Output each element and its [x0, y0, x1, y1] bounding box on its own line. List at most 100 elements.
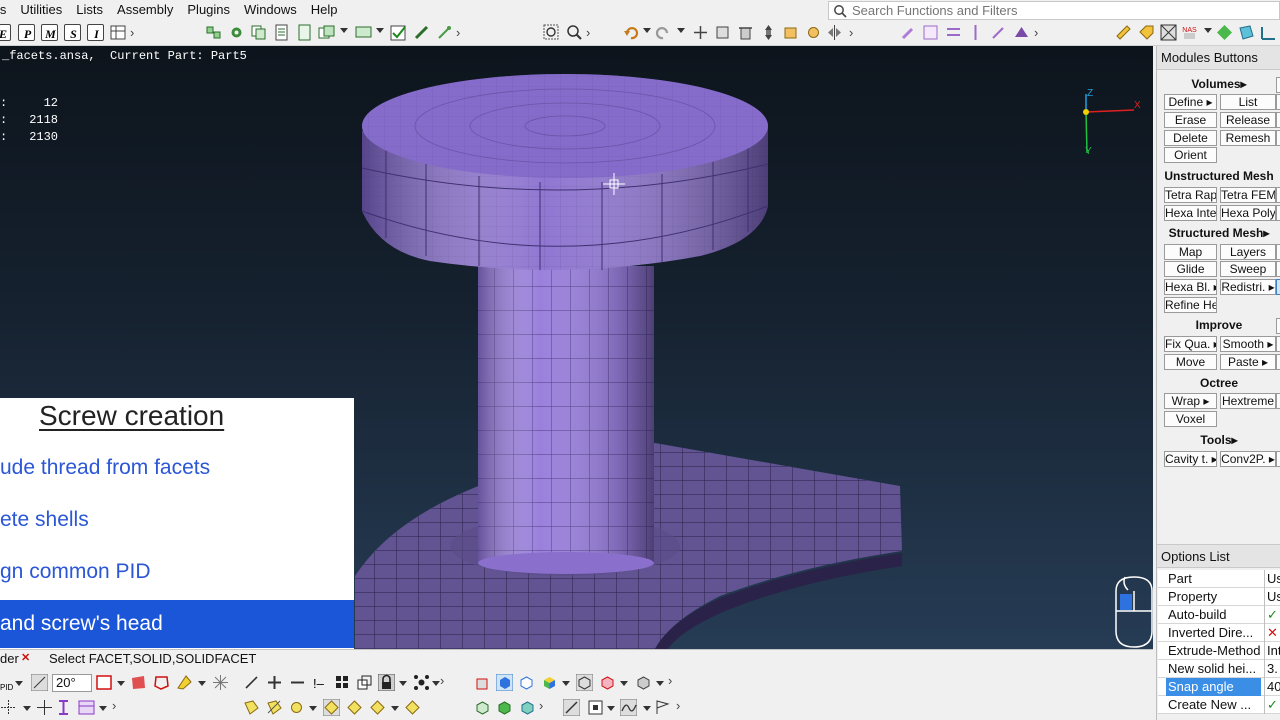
pink-cube-icon[interactable] — [599, 674, 616, 691]
select-box-icon[interactable] — [96, 674, 113, 691]
angle-spinbox[interactable]: 20° — [52, 674, 92, 692]
entity-e-icon[interactable]: E — [0, 24, 11, 41]
cube-outline-icon[interactable] — [518, 674, 535, 691]
hextreme-button[interactable]: Hextreme — [1220, 393, 1276, 409]
clipped-button[interactable] — [1276, 130, 1280, 146]
clipped-button[interactable] — [1276, 451, 1280, 467]
entity-p-icon[interactable]: P — [18, 24, 35, 41]
bottom-more-2-icon[interactable]: › — [668, 673, 672, 688]
paint-dropdown-icon[interactable] — [198, 681, 206, 686]
arrows-icon[interactable] — [36, 699, 53, 716]
hexa-poly-button[interactable]: Hexa Poly — [1220, 205, 1276, 221]
sparkle-icon[interactable] — [212, 674, 229, 691]
section-volumes[interactable]: Volumes▸ — [1157, 77, 1280, 91]
sweep-button[interactable]: Sweep — [1220, 261, 1276, 277]
green-cube-2-icon[interactable] — [496, 699, 513, 716]
toolbar-more-2-icon[interactable]: › — [456, 25, 460, 40]
clipped-button[interactable] — [1276, 112, 1280, 128]
i-beam-icon[interactable] — [55, 699, 72, 716]
lock-dropdown-icon[interactable] — [399, 681, 407, 686]
orient-button[interactable]: Orient — [1164, 147, 1217, 163]
menu-windows[interactable]: Windows — [237, 0, 304, 20]
list-button[interactable]: List — [1220, 94, 1276, 110]
clipped-button[interactable] — [1276, 77, 1280, 93]
glide-button[interactable]: Glide — [1164, 261, 1217, 277]
tetra-fem-button[interactable]: Tetra FEM — [1220, 187, 1276, 203]
line-icon[interactable] — [243, 674, 260, 691]
lasso-icon[interactable] — [153, 674, 170, 691]
toolbar-more-5-icon[interactable]: › — [1034, 25, 1038, 40]
monitor-dropdown-icon[interactable] — [376, 28, 384, 33]
green-cube-3-icon[interactable] — [519, 699, 536, 716]
entity-i-icon[interactable]: I — [87, 24, 104, 41]
zoom-area-icon[interactable] — [543, 24, 560, 41]
yellow-select-2-icon[interactable] — [266, 699, 283, 716]
refine-hexa-button[interactable]: Refine He. — [1164, 297, 1217, 313]
mesh-select-icon[interactable] — [1160, 24, 1177, 41]
gear-icon[interactable] — [228, 24, 245, 41]
tetra-rap-button[interactable]: Tetra Rap. — [1164, 187, 1217, 203]
paint-icon[interactable] — [176, 674, 193, 691]
move-button[interactable]: Move — [1164, 354, 1217, 370]
define-button[interactable]: Define ▸ — [1164, 94, 1217, 110]
cube-blue-icon[interactable] — [496, 674, 513, 691]
grid-select-icon[interactable] — [334, 674, 351, 691]
curve-icon[interactable] — [620, 699, 637, 716]
wrap-button[interactable]: Wrap ▸ — [1164, 393, 1217, 409]
cavity-button[interactable]: Cavity t. ▸ — [1164, 451, 1217, 467]
menu-plugins[interactable]: Plugins — [180, 0, 237, 20]
bottom-more-icon[interactable]: › — [440, 673, 444, 688]
brush-icon[interactable] — [990, 24, 1007, 41]
erase-button[interactable]: Erase — [1164, 112, 1217, 128]
axis-icon[interactable] — [1260, 24, 1277, 41]
bottom-more-3-icon[interactable]: › — [112, 698, 116, 713]
clipped-button[interactable] — [1276, 279, 1280, 295]
check-icon[interactable] — [390, 24, 407, 41]
voxel-button[interactable]: Voxel — [1164, 411, 1217, 427]
menu-help[interactable]: Help — [304, 0, 345, 20]
section-tools[interactable]: Tools▸ — [1157, 433, 1280, 447]
yellow-diamond-3-icon[interactable] — [369, 699, 386, 716]
pencil-icon[interactable] — [436, 24, 453, 41]
select-dropdown-icon[interactable] — [117, 681, 125, 686]
hexa-inter-button[interactable]: Hexa Inter. — [1164, 205, 1217, 221]
option-auto-build[interactable]: Auto-build ✓ — [1158, 606, 1280, 624]
layers-icon[interactable] — [318, 24, 335, 41]
option-new-solid-height[interactable]: New solid hei... 3. — [1158, 660, 1280, 678]
ruler-icon[interactable] — [1115, 24, 1132, 41]
frame-icon[interactable] — [587, 699, 604, 716]
frame-dropdown-icon[interactable] — [607, 706, 615, 711]
redo-icon[interactable] — [654, 24, 671, 41]
clipped-button[interactable] — [1276, 261, 1280, 277]
poly-select-icon[interactable] — [130, 674, 147, 691]
yellow-select-1-icon[interactable] — [243, 699, 260, 716]
hexa-block-button[interactable]: Hexa Bl. ▸ — [1164, 279, 1217, 295]
smooth-button[interactable]: Smooth ▸ — [1220, 336, 1276, 352]
mesh-cube-icon[interactable] — [576, 674, 593, 691]
clipped-button[interactable] — [1276, 393, 1280, 409]
entity-m-icon[interactable]: M — [41, 24, 58, 41]
bottom-more-4-icon[interactable]: › — [539, 698, 543, 713]
hat-icon[interactable] — [1013, 24, 1030, 41]
table-dropdown-icon[interactable] — [99, 706, 107, 711]
3d-viewport[interactable]: _facets.ansa, Current Part: Part5 :12 :2… — [0, 46, 1153, 649]
paste-button[interactable]: Paste ▸ — [1220, 354, 1276, 370]
entity-s-icon[interactable]: S — [64, 24, 81, 41]
search-input[interactable] — [852, 3, 1272, 18]
grey-cube-icon[interactable] — [635, 674, 652, 691]
redo-dropdown-icon[interactable] — [677, 28, 685, 33]
transform-icon[interactable] — [760, 24, 777, 41]
grid-icon[interactable] — [110, 24, 127, 41]
layers-button[interactable]: Layers — [1220, 244, 1276, 260]
edit-icon[interactable] — [413, 24, 430, 41]
mirror-icon[interactable] — [826, 24, 843, 41]
option-inverted-direction[interactable]: Inverted Dire... ✕ — [1158, 624, 1280, 642]
release-button[interactable]: Release — [1220, 112, 1276, 128]
grey-cube-dropdown-icon[interactable] — [656, 681, 664, 686]
clipped-button[interactable] — [1276, 354, 1280, 370]
dotted-dropdown-icon[interactable] — [23, 706, 31, 711]
measure-icon[interactable] — [563, 699, 580, 716]
pid-dropdown-icon[interactable] — [15, 681, 23, 686]
clipped-button[interactable] — [1276, 244, 1280, 260]
curve-dropdown-icon[interactable] — [643, 706, 651, 711]
